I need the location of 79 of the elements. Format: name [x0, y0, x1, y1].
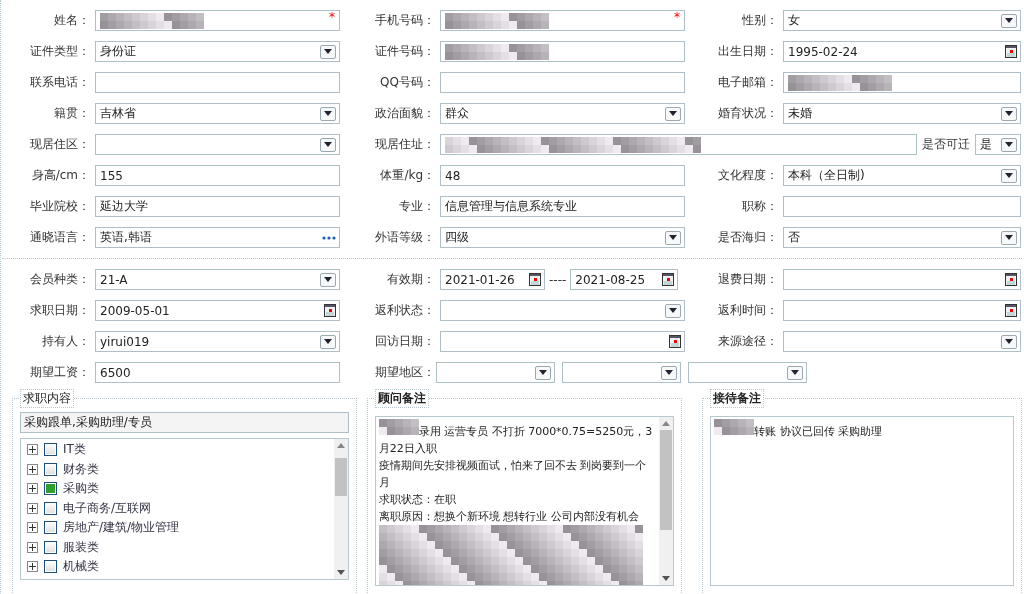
select-field[interactable]: 身份证: [95, 41, 340, 62]
field-label: 现居住区：: [29, 136, 90, 153]
field-label: 手机号码：: [374, 12, 435, 29]
note-text: 转账 协议已回传 采购助理: [714, 419, 1010, 440]
field-label: 期望地区：: [374, 364, 435, 381]
field-label: 求职日期：: [29, 302, 90, 319]
field-label: 有效期：: [386, 271, 435, 288]
field-label: 身高/cm：: [30, 167, 90, 184]
field-label: 毕业院校：: [29, 198, 90, 215]
select-field[interactable]: 未婚: [783, 103, 1021, 124]
required-mark: *: [329, 11, 335, 23]
lookup-field[interactable]: 英语,韩语: [95, 227, 340, 248]
panel-title: 求职内容: [20, 389, 74, 408]
field-label: 职称：: [741, 198, 778, 215]
date-field[interactable]: 1995-02-24: [783, 41, 1021, 62]
input-field[interactable]: 155: [95, 165, 340, 186]
tree-item[interactable]: 服装类: [63, 538, 99, 556]
notes-textarea[interactable]: 录用 运营专员 不打折 7000*0.75=5250元，3月22日入职 疫情期间先安排视频面试，怕来了回不去 到岗要到一个月 求职状态：在职 离职原因：想换个新环境 想转行业 公司内部没有机会: [374, 416, 675, 586]
field-label: 来源途径：: [717, 333, 778, 350]
selection-field: 采购跟单,采购助理/专员: [20, 412, 349, 433]
field-label: 电子邮箱：: [717, 74, 778, 91]
tree-item[interactable]: 房地产/建筑/物业管理: [63, 519, 180, 537]
input-field[interactable]: 6500: [95, 362, 340, 383]
field-label: 专业：: [398, 198, 435, 215]
field-label: 性别：: [741, 12, 778, 29]
panel-title: 顾问备注: [374, 389, 429, 408]
field-label: 姓名：: [53, 12, 90, 29]
field-label: 回访日期：: [374, 333, 435, 350]
select-field[interactable]: 女: [783, 10, 1021, 31]
field-label: 持有人：: [41, 333, 90, 350]
required-mark: *: [674, 11, 680, 23]
field-label: 通晓语言：: [29, 229, 90, 246]
field-label: QQ号码：: [379, 74, 435, 91]
field-label: 证件类型：: [29, 43, 90, 60]
input-field[interactable]: *: [95, 10, 340, 31]
tree-item[interactable]: 机械类: [63, 558, 99, 576]
input-field[interactable]: 延边大学: [95, 196, 340, 217]
tree-item[interactable]: 电子商务/互联网: [63, 499, 152, 517]
field-label: 体重/kg：: [379, 167, 435, 184]
select-field[interactable]: 21-A: [95, 269, 340, 290]
select-field[interactable]: 群众: [440, 103, 685, 124]
date-field[interactable]: 2009-05-01: [95, 300, 340, 321]
field-label: 籍贯：: [53, 105, 90, 122]
field-label: 证件号码：: [374, 43, 435, 60]
notes-textarea[interactable]: 转账 协议已回传 采购助理: [710, 416, 1014, 586]
input-field[interactable]: *: [440, 10, 685, 31]
select-field[interactable]: 吉林省: [95, 103, 340, 124]
input-field[interactable]: 信息管理与信息系统专业: [440, 196, 685, 217]
select-field[interactable]: 否: [783, 227, 1021, 248]
field-label: 出生日期：: [717, 43, 778, 60]
date-field[interactable]: 2021-01-26: [440, 269, 545, 290]
field-label: 期望工资：: [29, 364, 90, 381]
field-label: 是否可迁: [922, 136, 970, 153]
field-label: 现居住址：: [374, 136, 435, 153]
field-label: 返利时间：: [717, 302, 778, 319]
field-label: 联系电话：: [29, 74, 90, 91]
note-text: 求职状态：在职: [378, 492, 457, 508]
field-label: 政治面貌：: [374, 105, 435, 122]
note-text: 离职原因：想换个新环境 想转行业 公司内部没有机会: [378, 509, 640, 525]
field-label: 退费日期：: [717, 271, 778, 288]
select-field[interactable]: 本科（全日制): [783, 165, 1021, 186]
field-label: 文化程度：: [717, 167, 778, 184]
tree-item[interactable]: IT类: [63, 441, 86, 459]
note-text: 录用 运营专员 不打折 7000*0.75=5250元，3月22日入职: [378, 419, 657, 457]
select-field[interactable]: 是: [975, 134, 1021, 155]
panel-title: 接待备注: [710, 389, 765, 408]
range-separator: ----: [548, 272, 568, 287]
field-label: 会员种类：: [29, 271, 90, 288]
select-field[interactable]: 四级: [440, 227, 685, 248]
select-field[interactable]: yirui019: [95, 331, 340, 352]
tree-item[interactable]: 采购类: [63, 480, 99, 498]
input-field[interactable]: 48: [440, 165, 685, 186]
field-label: 外语等级：: [374, 229, 435, 246]
field-label: 是否海归：: [717, 229, 778, 246]
note-text: 疫情期间先安排视频面试，怕来了回不去 到岗要到一个月: [378, 458, 648, 491]
field-label: 婚育状况：: [717, 105, 778, 122]
field-label: 返利状态：: [374, 302, 435, 319]
tree-item[interactable]: 财务类: [63, 460, 99, 478]
date-field[interactable]: 2021-08-25: [570, 269, 679, 290]
